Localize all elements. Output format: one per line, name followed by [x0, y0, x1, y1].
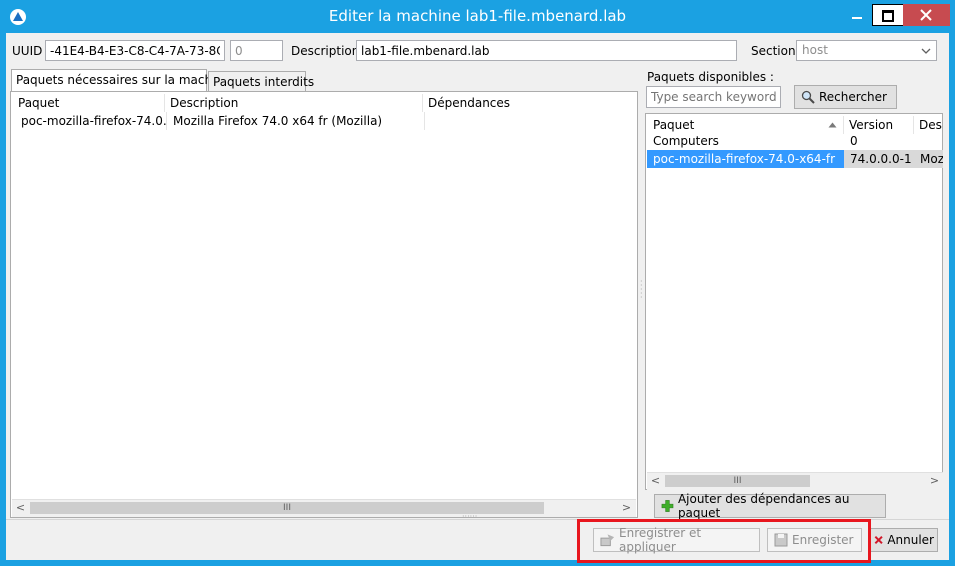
- scrollbar-thumb[interactable]: III: [665, 475, 810, 487]
- horizontal-splitter[interactable]: ······: [462, 513, 492, 521]
- search-button-label: Rechercher: [819, 90, 887, 104]
- scroll-right-icon[interactable]: >: [926, 473, 943, 490]
- scroll-left-icon[interactable]: <: [647, 473, 664, 490]
- cancel-label: Annuler: [887, 533, 934, 547]
- available-packages-table: Paquet Version Desc Computers 0 poc-mozi…: [645, 113, 943, 490]
- section-value: host: [802, 43, 828, 57]
- item-package: Computers: [653, 134, 719, 148]
- title-bar[interactable]: Editer la machine lab1-file.mbenard.lab: [0, 0, 955, 33]
- section-label: Section: [751, 44, 796, 58]
- table-row[interactable]: poc-mozilla-firefox-74.0... Mozilla Fire…: [13, 112, 635, 130]
- window-title: Editer la machine lab1-file.mbenard.lab: [328, 7, 627, 25]
- column-header-description[interactable]: Description: [165, 94, 423, 112]
- required-packages-table: Paquet Description Dépendances poc-mozil…: [10, 91, 638, 518]
- column-header-dependencies[interactable]: Dépendances: [423, 94, 637, 112]
- search-icon: [801, 90, 815, 104]
- item-version: 0: [850, 134, 858, 148]
- item-package: poc-mozilla-firefox-74.0-x64-fr: [647, 150, 844, 168]
- description-label: Description: [291, 44, 360, 58]
- minimize-button[interactable]: [842, 4, 872, 26]
- add-dependencies-label: Ajouter des dépendances au paquet: [677, 492, 850, 520]
- list-item-selected[interactable]: poc-mozilla-firefox-74.0-x64-fr 74.0.0.0…: [647, 150, 943, 168]
- sort-ascending-icon: [828, 122, 837, 128]
- uuid-field[interactable]: [45, 40, 225, 61]
- section-select[interactable]: host: [796, 40, 937, 61]
- scroll-right-icon[interactable]: >: [618, 500, 635, 517]
- description-field[interactable]: [356, 40, 737, 61]
- uuid-label: UUID: [12, 44, 43, 58]
- scroll-left-icon[interactable]: <: [12, 500, 29, 517]
- available-packages-label: Paquets disponibles :: [647, 70, 774, 84]
- row-description: Mozilla Firefox 74.0 x64 fr (Mozilla): [167, 112, 425, 130]
- vertical-splitter[interactable]: · · · · ·: [640, 278, 643, 310]
- search-button[interactable]: Rechercher: [794, 85, 897, 109]
- revision-field[interactable]: [230, 40, 283, 61]
- close-button[interactable]: [903, 4, 950, 26]
- tab-forbidden-packages[interactable]: Paquets interdits: [208, 71, 314, 91]
- column-header-package-label: Paquet: [653, 118, 695, 132]
- row-dependencies: [425, 112, 635, 130]
- tab-required-packages[interactable]: Paquets nécessaires sur la machine: [11, 69, 230, 92]
- chevron-down-icon: [921, 48, 931, 54]
- highlight-box: [577, 519, 871, 563]
- cancel-icon: [874, 535, 883, 545]
- row-package: poc-mozilla-firefox-74.0...: [15, 112, 167, 130]
- item-version: 74.0.0.0-1: [844, 150, 914, 168]
- plus-icon: [661, 500, 674, 512]
- item-description: Moz: [914, 150, 943, 168]
- minimize-icon: [852, 17, 862, 19]
- column-header-package[interactable]: Paquet: [13, 94, 165, 112]
- item-description: [914, 132, 943, 150]
- maximize-icon: [882, 10, 894, 22]
- search-input[interactable]: [646, 86, 781, 108]
- horizontal-scrollbar[interactable]: < III >: [12, 499, 636, 517]
- cancel-button[interactable]: Annuler: [870, 528, 938, 552]
- close-icon: [920, 9, 932, 21]
- maximize-button[interactable]: [872, 4, 904, 26]
- horizontal-scrollbar[interactable]: < III >: [647, 472, 943, 490]
- list-item[interactable]: Computers 0: [647, 132, 943, 150]
- add-dependencies-button[interactable]: Ajouter des dépendances au paquet: [654, 492, 886, 520]
